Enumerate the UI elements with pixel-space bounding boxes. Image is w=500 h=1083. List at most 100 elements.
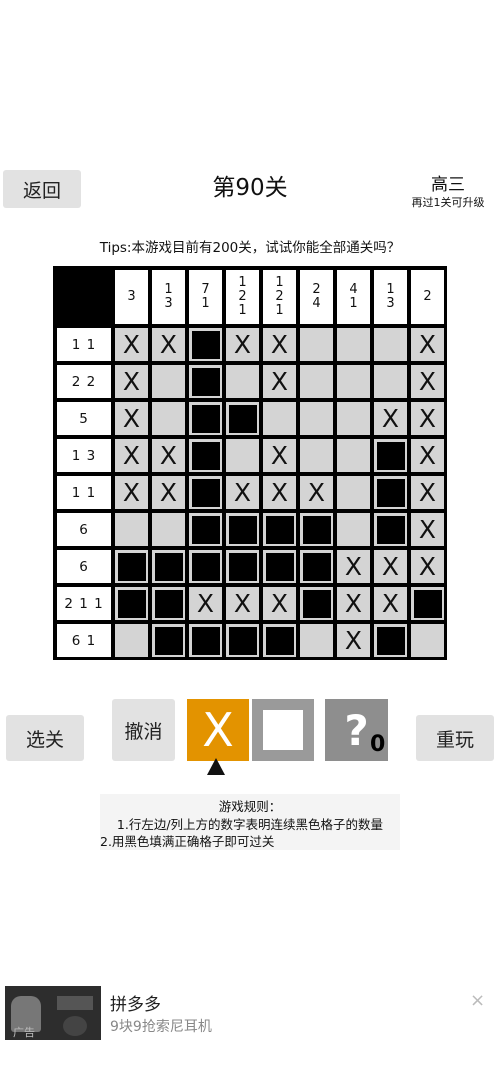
grid-cell-marked[interactable]: X bbox=[337, 587, 370, 620]
grid-cell-marked[interactable]: X bbox=[152, 476, 185, 509]
grid-cell-filled[interactable] bbox=[226, 624, 259, 657]
grid-cell-empty[interactable] bbox=[226, 439, 259, 472]
grid-cell-marked[interactable]: X bbox=[411, 513, 444, 546]
grid-cell-empty[interactable] bbox=[300, 328, 333, 361]
ad-title[interactable]: 拼多多 bbox=[110, 990, 161, 1015]
filled-square bbox=[228, 404, 257, 433]
grid-cell-empty[interactable] bbox=[411, 624, 444, 657]
grid-cell-empty[interactable] bbox=[337, 402, 370, 435]
select-level-button[interactable]: 选关 bbox=[6, 715, 84, 761]
grid-cell-filled[interactable] bbox=[189, 402, 222, 435]
grid-cell-filled[interactable] bbox=[263, 550, 296, 583]
grid-cell-filled[interactable] bbox=[374, 476, 407, 509]
fill-tool-button[interactable] bbox=[252, 699, 314, 761]
grid-cell-filled[interactable] bbox=[226, 513, 259, 546]
grid-cell-marked[interactable]: X bbox=[411, 328, 444, 361]
x-mark-icon: X bbox=[159, 478, 178, 507]
grid-cell-filled[interactable] bbox=[189, 328, 222, 361]
grid-cell-empty[interactable] bbox=[374, 328, 407, 361]
grid-cell-filled[interactable] bbox=[189, 513, 222, 546]
grid-cell-marked[interactable]: X bbox=[337, 624, 370, 657]
grid-cell-marked[interactable]: X bbox=[263, 439, 296, 472]
grid-cell-empty[interactable] bbox=[337, 365, 370, 398]
grid-cell-marked[interactable]: X bbox=[226, 328, 259, 361]
grid-cell-marked[interactable]: X bbox=[300, 476, 333, 509]
grid-cell-filled[interactable] bbox=[411, 587, 444, 620]
grid-cell-filled[interactable] bbox=[263, 624, 296, 657]
grid-cell-filled[interactable] bbox=[226, 550, 259, 583]
grid-cell-filled[interactable] bbox=[374, 624, 407, 657]
grid-cell-empty[interactable] bbox=[152, 513, 185, 546]
grid-cell-marked[interactable]: X bbox=[115, 476, 148, 509]
x-mark-tool-button[interactable]: X bbox=[187, 699, 249, 761]
grid-cell-marked[interactable]: X bbox=[263, 587, 296, 620]
grid-cell-marked[interactable]: X bbox=[374, 402, 407, 435]
grid-cell-empty[interactable] bbox=[374, 365, 407, 398]
grid-cell-empty[interactable] bbox=[337, 513, 370, 546]
grid-cell-filled[interactable] bbox=[189, 476, 222, 509]
grid-cell-marked[interactable]: X bbox=[189, 587, 222, 620]
grid-cell-marked[interactable]: X bbox=[411, 439, 444, 472]
grid-cell-filled[interactable] bbox=[263, 513, 296, 546]
grid-cell-empty[interactable] bbox=[300, 402, 333, 435]
restart-button[interactable]: 重玩 bbox=[416, 715, 494, 761]
grid-cell-marked[interactable]: X bbox=[115, 328, 148, 361]
grid-cell-empty[interactable] bbox=[337, 439, 370, 472]
column-clue: 13 bbox=[374, 270, 407, 324]
grid-cell-marked[interactable]: X bbox=[226, 476, 259, 509]
grid-cell-marked[interactable]: X bbox=[115, 365, 148, 398]
grid-cell-filled[interactable] bbox=[189, 550, 222, 583]
grid-cell-empty[interactable] bbox=[300, 624, 333, 657]
grid-cell-marked[interactable]: X bbox=[411, 365, 444, 398]
grid-cell-marked[interactable]: X bbox=[226, 587, 259, 620]
grid-cell-marked[interactable]: X bbox=[263, 365, 296, 398]
grid-cell-marked[interactable]: X bbox=[115, 439, 148, 472]
grid-cell-empty[interactable] bbox=[152, 402, 185, 435]
grid-cell-marked[interactable]: X bbox=[411, 402, 444, 435]
grid-cell-empty[interactable] bbox=[115, 624, 148, 657]
grid-cell-filled[interactable] bbox=[189, 365, 222, 398]
grid-cell-filled[interactable] bbox=[189, 624, 222, 657]
x-mark-icon: X bbox=[418, 330, 437, 359]
grid-cell-filled[interactable] bbox=[300, 513, 333, 546]
grid-cell-filled[interactable] bbox=[115, 587, 148, 620]
grid-cell-filled[interactable] bbox=[300, 587, 333, 620]
grid-cell-empty[interactable] bbox=[226, 365, 259, 398]
grid-cell-marked[interactable]: X bbox=[337, 550, 370, 583]
grid-cell-empty[interactable] bbox=[300, 365, 333, 398]
grid-cell-filled[interactable] bbox=[226, 402, 259, 435]
grid-cell-marked[interactable]: X bbox=[411, 550, 444, 583]
grid-cell-marked[interactable]: X bbox=[411, 476, 444, 509]
grid-cell-empty[interactable] bbox=[152, 365, 185, 398]
grid-cell-marked[interactable]: X bbox=[152, 328, 185, 361]
grid-cell-filled[interactable] bbox=[374, 439, 407, 472]
grid-cell-marked[interactable]: X bbox=[115, 402, 148, 435]
grid-cell-filled[interactable] bbox=[152, 587, 185, 620]
ad-close-icon[interactable]: × bbox=[470, 990, 485, 1011]
ad-subtitle[interactable]: 9块9抢索尼耳机 bbox=[110, 1016, 212, 1036]
grid-cell-marked[interactable]: X bbox=[374, 587, 407, 620]
grid-cell-marked[interactable]: X bbox=[263, 476, 296, 509]
grid-cell-marked[interactable]: X bbox=[374, 550, 407, 583]
column-clue-number: 1 bbox=[275, 303, 284, 318]
selected-tool-indicator-icon bbox=[207, 758, 225, 775]
grid-cell-empty[interactable] bbox=[263, 402, 296, 435]
filled-square bbox=[413, 589, 442, 618]
ad-image[interactable]: 广告 bbox=[5, 986, 101, 1040]
x-mark-icon: X bbox=[196, 589, 215, 618]
grid-cell-empty[interactable] bbox=[300, 439, 333, 472]
grid-cell-filled[interactable] bbox=[189, 439, 222, 472]
grid-cell-filled[interactable] bbox=[374, 513, 407, 546]
grid-cell-filled[interactable] bbox=[152, 624, 185, 657]
grid-cell-empty[interactable] bbox=[337, 328, 370, 361]
grid-cell-filled[interactable] bbox=[115, 550, 148, 583]
filled-square bbox=[228, 552, 257, 581]
undo-button[interactable]: 撤消 bbox=[112, 699, 175, 761]
grid-cell-filled[interactable] bbox=[152, 550, 185, 583]
grid-cell-empty[interactable] bbox=[337, 476, 370, 509]
grid-cell-marked[interactable]: X bbox=[263, 328, 296, 361]
grid-cell-filled[interactable] bbox=[300, 550, 333, 583]
grid-cell-marked[interactable]: X bbox=[152, 439, 185, 472]
grid-cell-empty[interactable] bbox=[115, 513, 148, 546]
column-clue-number: 1 bbox=[386, 282, 395, 297]
